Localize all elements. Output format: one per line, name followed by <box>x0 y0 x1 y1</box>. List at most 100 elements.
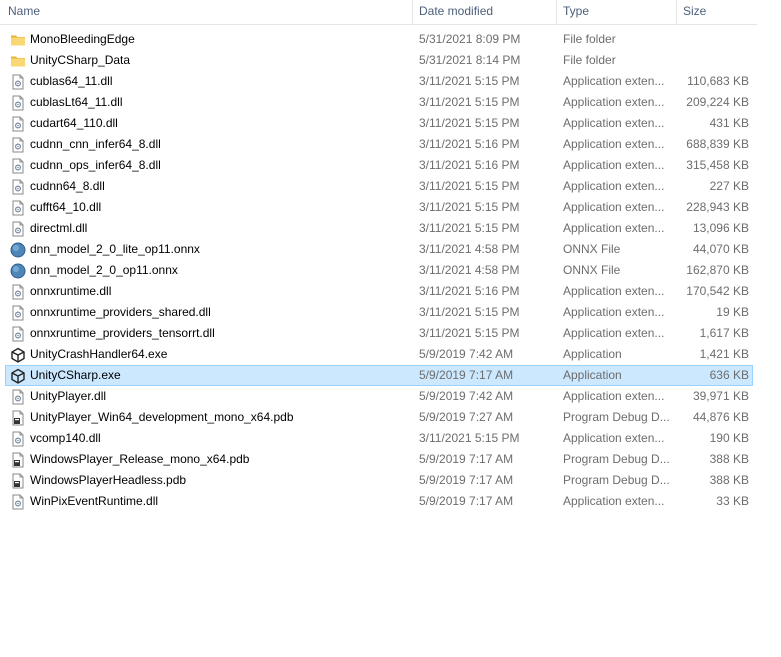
file-size <box>682 30 749 49</box>
file-size: 636 KB <box>709 368 749 382</box>
file-size: 44,876 KB <box>692 410 749 424</box>
file-type: ONNX File <box>563 263 621 277</box>
file-row[interactable]: UnityCrashHandler64.exe 5/9/2019 7:42 AM A… <box>5 344 753 365</box>
file-row[interactable]: dnn_model_2_0_op11.onnx 3/11/2021 4:58 PM… <box>5 260 753 281</box>
file-type: Application exten... <box>563 179 665 193</box>
file-row[interactable]: UnityPlayer.dll 5/9/2019 7:42 AM Applicati… <box>5 386 753 407</box>
sort-indicator-icon: ⌃ <box>203 0 211 4</box>
file-type: Application exten... <box>563 116 665 130</box>
dll-file-icon <box>10 431 26 447</box>
file-name: UnityPlayer.dll <box>30 389 107 403</box>
file-row[interactable]: cufft64_10.dll 3/11/2021 5:15 PM Applicati… <box>5 197 753 218</box>
file-type: Application exten... <box>563 221 665 235</box>
file-type: Application exten... <box>563 200 665 214</box>
file-row[interactable]: cublas64_11.dll 3/11/2021 5:15 PM Applicat… <box>5 71 753 92</box>
file-type: Application exten... <box>563 95 665 109</box>
file-type: Application <box>563 368 622 382</box>
file-date-modified: 3/11/2021 5:15 PM <box>419 431 520 445</box>
file-row[interactable]: cudnn_cnn_infer64_8.dll 3/11/2021 5:16 PM… <box>5 134 753 155</box>
file-size: 209,224 KB <box>686 95 749 109</box>
file-row[interactable]: dnn_model_2_0_lite_op11.onnx 3/11/2021 4:… <box>5 239 753 260</box>
file-size: 170,542 KB <box>686 284 749 298</box>
file-type: File folder <box>563 32 616 46</box>
file-row[interactable]: onnxruntime_providers_shared.dll 3/11/202… <box>5 302 753 323</box>
file-date-modified: 3/11/2021 5:15 PM <box>419 305 520 319</box>
dll-file-icon <box>10 137 26 153</box>
file-name: directml.dll <box>30 221 88 235</box>
file-date-modified: 3/11/2021 5:15 PM <box>419 95 520 109</box>
file-name: vcomp140.dll <box>30 431 101 445</box>
file-row[interactable]: WindowsPlayerHeadless.pdb 5/9/2019 7:17 A… <box>5 470 753 491</box>
file-date-modified: 3/11/2021 5:15 PM <box>419 200 520 214</box>
file-row[interactable]: directml.dll 3/11/2021 5:15 PM Application… <box>5 218 753 239</box>
file-type: Application exten... <box>563 137 665 151</box>
file-date-modified: 3/11/2021 5:15 PM <box>419 179 520 193</box>
file-date-modified: 3/11/2021 4:58 PM <box>419 242 520 256</box>
file-date-modified: 5/9/2019 7:17 AM <box>419 368 514 382</box>
dll-file-icon <box>10 326 26 342</box>
file-name: WindowsPlayerHeadless.pdb <box>30 473 187 487</box>
file-size: 44,070 KB <box>692 242 749 256</box>
file-date-modified: 3/11/2021 5:15 PM <box>419 116 520 130</box>
unity-app-icon <box>10 347 26 363</box>
dll-file-icon <box>10 494 26 510</box>
file-type: Program Debug D... <box>563 473 670 487</box>
file-type: ONNX File <box>563 242 621 256</box>
file-name: UnityCSharp.exe <box>30 368 121 382</box>
file-type: Program Debug D... <box>563 452 670 466</box>
pdb-file-icon <box>10 410 26 426</box>
file-size <box>682 51 749 70</box>
file-size: 162,870 KB <box>686 263 749 277</box>
file-type: Application exten... <box>563 284 665 298</box>
onnx-file-icon <box>10 242 26 258</box>
file-row[interactable]: cudart64_110.dll 3/11/2021 5:15 PM Applica… <box>5 113 753 134</box>
dll-file-icon <box>10 284 26 300</box>
file-date-modified: 5/31/2021 8:14 PM <box>419 53 521 67</box>
dll-file-icon <box>10 74 26 90</box>
file-row[interactable]: cudnn_ops_infer64_8.dll 3/11/2021 5:16 PM… <box>5 155 753 176</box>
file-date-modified: 5/31/2021 8:09 PM <box>419 32 521 46</box>
dll-file-icon <box>10 116 26 132</box>
file-date-modified: 3/11/2021 4:58 PM <box>419 263 520 277</box>
file-list: MonoBleedingEdge 5/31/2021 8:09 PM File fo… <box>5 29 753 512</box>
file-date-modified: 3/11/2021 5:15 PM <box>419 221 520 235</box>
file-name: MonoBleedingEdge <box>30 32 135 46</box>
file-size: 110,683 KB <box>687 74 749 88</box>
file-row[interactable]: WindowsPlayer_Release_mono_x64.pdb 5/9/20… <box>5 449 753 470</box>
file-row[interactable]: cublasLt64_11.dll 3/11/2021 5:15 PM Applic… <box>5 92 753 113</box>
file-type: Application exten... <box>563 326 665 340</box>
file-row[interactable]: UnityPlayer_Win64_development_mono_x64.p… <box>5 407 753 428</box>
file-name: onnxruntime_providers_tensorrt.dll <box>30 326 215 340</box>
file-size: 688,839 KB <box>686 137 749 151</box>
dll-file-icon <box>10 200 26 216</box>
file-name: cublasLt64_11.dll <box>30 95 123 109</box>
file-row[interactable]: MonoBleedingEdge 5/31/2021 8:09 PM File fo… <box>5 29 753 50</box>
file-name: cudnn_ops_infer64_8.dll <box>30 158 161 172</box>
file-name: onnxruntime_providers_shared.dll <box>30 305 211 319</box>
dll-file-icon <box>10 158 26 174</box>
file-date-modified: 5/9/2019 7:17 AM <box>419 473 514 487</box>
file-date-modified: 5/9/2019 7:42 AM <box>419 389 514 403</box>
file-size: 33 KB <box>716 494 749 508</box>
file-size: 228,943 KB <box>686 200 749 214</box>
file-name: WinPixEventRuntime.dll <box>30 494 159 508</box>
file-row[interactable]: UnityCSharp.exe 5/9/2019 7:17 AM Applicati… <box>5 365 753 386</box>
file-type: Application exten... <box>563 389 665 403</box>
file-row[interactable]: UnityCSharp_Data 5/31/2021 8:14 PM File fo… <box>5 50 753 71</box>
file-row[interactable]: cudnn64_8.dll 3/11/2021 5:15 PM Applicatio… <box>5 176 753 197</box>
file-row[interactable]: onnxruntime_providers_tensorrt.dll 3/11/2… <box>5 323 753 344</box>
file-type: Application exten... <box>563 74 665 88</box>
column-header-type[interactable]: Type <box>556 0 676 24</box>
file-name: cufft64_10.dll <box>30 200 102 214</box>
file-date-modified: 5/9/2019 7:17 AM <box>419 452 514 466</box>
file-row[interactable]: onnxruntime.dll 3/11/2021 5:16 PM Applicat… <box>5 281 753 302</box>
file-row[interactable]: WinPixEventRuntime.dll 5/9/2019 7:17 AM Ap… <box>5 491 753 512</box>
file-type: Application <box>563 347 622 361</box>
file-date-modified: 3/11/2021 5:16 PM <box>419 284 520 298</box>
column-header-date-modified[interactable]: Date modified <box>412 0 556 24</box>
file-size: 13,096 KB <box>692 221 749 235</box>
file-type: Application exten... <box>563 431 665 445</box>
column-header-size[interactable]: Size <box>676 0 757 24</box>
file-size: 227 KB <box>709 179 749 193</box>
file-row[interactable]: vcomp140.dll 3/11/2021 5:15 PM Application… <box>5 428 753 449</box>
